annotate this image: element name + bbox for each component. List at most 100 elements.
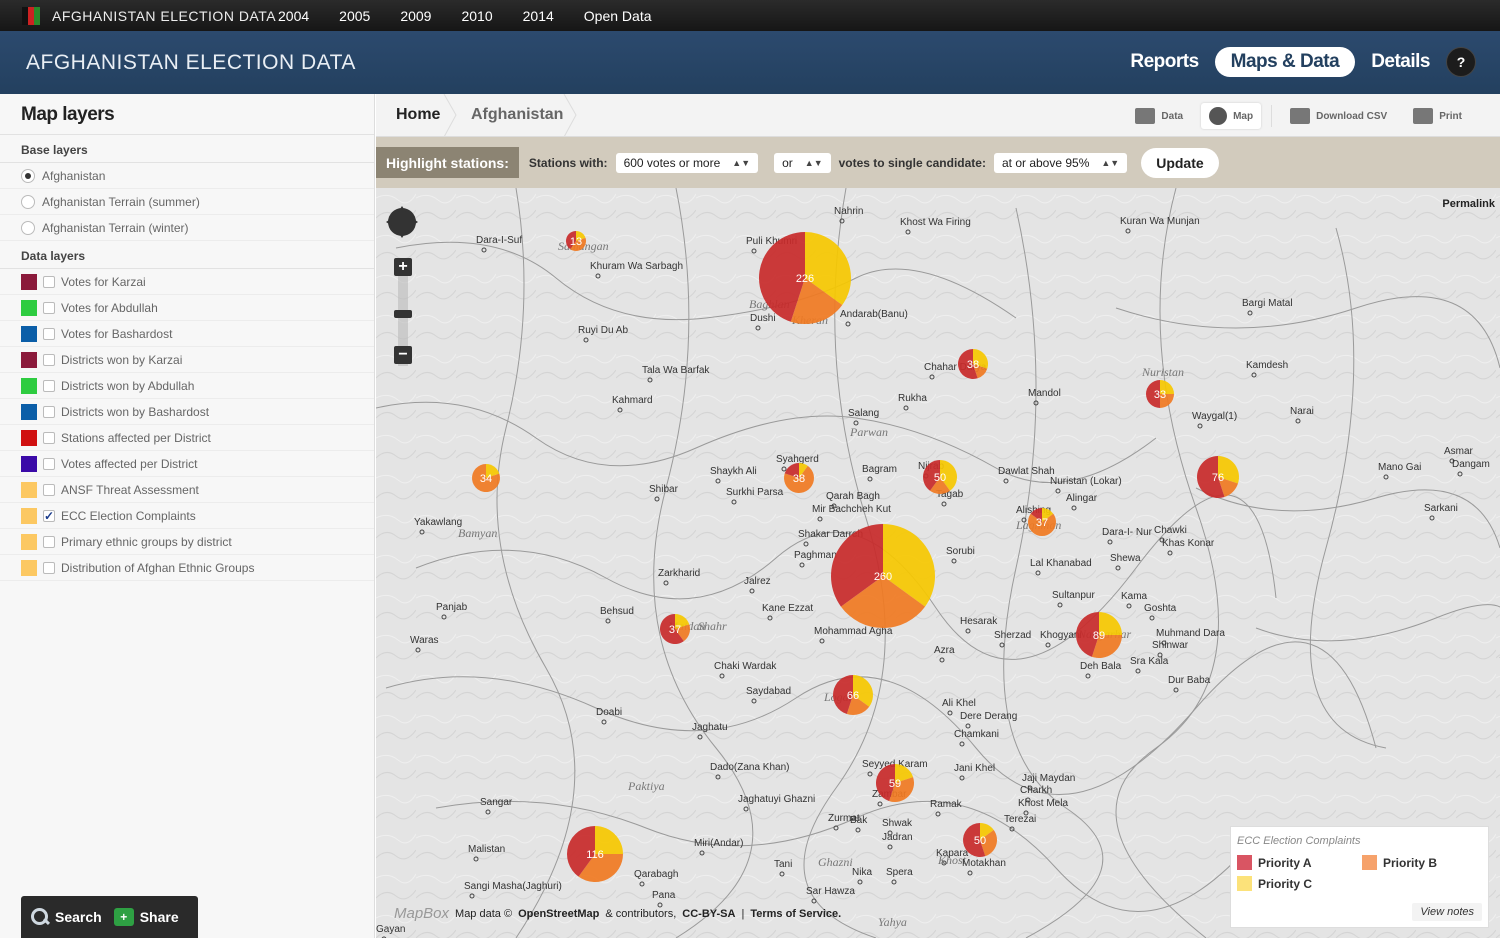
legend-swatch: [1237, 855, 1252, 870]
votes-threshold-select[interactable]: 600 votes or more ▲▼: [615, 152, 759, 173]
complaint-pie[interactable]: 116: [567, 826, 623, 882]
layer-checkbox[interactable]: [43, 301, 55, 314]
data-layer-option[interactable]: Stations affected per District: [0, 425, 374, 451]
data-layer-option[interactable]: Districts won by Karzai: [0, 347, 374, 373]
data-layer-option[interactable]: ✓ ECC Election Complaints: [0, 503, 374, 529]
top-nav-2004[interactable]: 2004: [278, 8, 309, 24]
place-label: Khogyani: [1040, 630, 1082, 641]
complaint-pie[interactable]: 37: [660, 614, 690, 644]
place-label: Kuran Wa Munjan: [1120, 216, 1200, 227]
place-label: Shahr: [698, 619, 727, 633]
place-label: Azra: [934, 645, 955, 656]
layer-checkbox[interactable]: ✓: [43, 509, 55, 522]
percent-threshold-select[interactable]: at or above 95% ▲▼: [993, 152, 1128, 173]
base-layer-label: Afghanistan Terrain (summer): [42, 194, 200, 209]
layer-checkbox[interactable]: [43, 561, 55, 574]
radio-button[interactable]: [21, 168, 35, 183]
layer-checkbox[interactable]: [43, 275, 55, 288]
top-nav-2014[interactable]: 2014: [523, 8, 554, 24]
complaint-pie[interactable]: 260: [831, 524, 936, 628]
layer-checkbox[interactable]: [43, 327, 55, 340]
breadcrumb-afghanistan[interactable]: Afghanistan: [471, 106, 563, 124]
help-button[interactable]: ?: [1446, 47, 1476, 77]
layer-checkbox[interactable]: [43, 431, 55, 444]
layer-checkbox[interactable]: [43, 353, 55, 366]
complaint-pie[interactable]: 50: [923, 460, 958, 494]
layer-checkbox[interactable]: [43, 457, 55, 470]
complaint-pie[interactable]: 50: [963, 823, 997, 857]
zoom-slider-handle[interactable]: [394, 310, 412, 318]
layer-checkbox[interactable]: [43, 379, 55, 392]
top-nav-open-data[interactable]: Open Data: [584, 8, 652, 24]
pie-count-label: 50: [934, 472, 946, 484]
base-layer-option[interactable]: Afghanistan: [0, 163, 374, 189]
place-label: Kahmard: [612, 395, 653, 406]
base-layer-option[interactable]: Afghanistan Terrain (winter): [0, 215, 374, 241]
permalink-link[interactable]: Permalink: [1442, 198, 1495, 210]
search-button[interactable]: Search: [31, 908, 102, 926]
nav-maps-data[interactable]: Maps & Data: [1214, 47, 1356, 77]
download-csv-button[interactable]: Download CSV: [1282, 104, 1395, 128]
complaint-pie[interactable]: 226: [759, 232, 851, 324]
zoom-in-button[interactable]: +: [394, 258, 412, 276]
top-nav-2009[interactable]: 2009: [400, 8, 431, 24]
complaint-pie[interactable]: 38: [784, 463, 814, 493]
top-nav-brand[interactable]: AFGHANISTAN ELECTION DATA: [52, 8, 278, 24]
view-notes-button[interactable]: View notes: [1412, 903, 1482, 921]
complaint-pie[interactable]: 89: [1076, 612, 1122, 658]
layer-checkbox[interactable]: [43, 483, 55, 496]
map-canvas[interactable]: Nahrin Khost Wa Firing Kuran Wa Munjan Dara…: [376, 188, 1500, 938]
map-view-button[interactable]: Map: [1201, 103, 1262, 129]
print-button[interactable]: Print: [1405, 104, 1470, 128]
data-layer-option[interactable]: Votes for Bashardost: [0, 321, 374, 347]
update-button[interactable]: Update: [1141, 147, 1219, 178]
nav-reports[interactable]: Reports: [1128, 47, 1200, 77]
operator-select[interactable]: or ▲▼: [774, 152, 831, 173]
legend-swatch: [1237, 876, 1252, 891]
share-button[interactable]: + Share: [113, 908, 179, 926]
place-label: Sangi Masha(Jaghuri): [464, 881, 562, 892]
base-layer-option[interactable]: Afghanistan Terrain (summer): [0, 189, 374, 215]
license-link[interactable]: CC-BY-SA: [682, 908, 735, 920]
nav-details[interactable]: Details: [1369, 47, 1432, 77]
complaint-pie[interactable]: 66: [833, 675, 873, 715]
data-layer-option[interactable]: Votes for Abdullah: [0, 295, 374, 321]
mapbox-logo[interactable]: MapBox: [394, 905, 449, 922]
data-layer-option[interactable]: Districts won by Bashardost: [0, 399, 374, 425]
place-label: Miri(Andar): [694, 838, 743, 849]
legend-item: Priority C: [1237, 876, 1362, 891]
complaint-pie[interactable]: 33: [1146, 380, 1174, 408]
legend-title: ECC Election Complaints: [1237, 835, 1361, 847]
place-label: Surkhi Parsa: [726, 487, 784, 498]
data-layer-option[interactable]: ANSF Threat Assessment: [0, 477, 374, 503]
place-label: Mir Bachcheh Kut: [812, 504, 891, 515]
radio-button[interactable]: [21, 194, 35, 209]
data-layer-option[interactable]: Distribution of Afghan Ethnic Groups: [0, 555, 374, 581]
data-layer-option[interactable]: Primary ethnic groups by district: [0, 529, 374, 555]
terms-link[interactable]: Terms of Service.: [750, 908, 841, 920]
place-label: Shewa: [1110, 553, 1141, 564]
top-nav-2005[interactable]: 2005: [339, 8, 370, 24]
complaint-pie[interactable]: 34: [472, 464, 500, 493]
place-label: Dado(Zana Khan): [710, 762, 790, 773]
layer-checkbox[interactable]: [43, 405, 55, 418]
zoom-out-button[interactable]: −: [394, 346, 412, 364]
pan-control-icon[interactable]: [384, 204, 420, 240]
osm-link[interactable]: OpenStreetMap: [518, 908, 599, 920]
site-title[interactable]: AFGHANISTAN ELECTION DATA: [26, 51, 356, 75]
complaint-pie[interactable]: 59: [876, 764, 915, 802]
complaint-pie[interactable]: 37: [1028, 508, 1056, 536]
top-nav-2010[interactable]: 2010: [461, 8, 492, 24]
data-layer-option[interactable]: Votes for Karzai: [0, 269, 374, 295]
select-arrows-icon: ▲▼: [1101, 157, 1120, 168]
data-layer-option[interactable]: Districts won by Abdullah: [0, 373, 374, 399]
breadcrumb-home[interactable]: Home: [396, 106, 440, 124]
complaint-pie[interactable]: 38: [958, 349, 988, 379]
print-label: Print: [1439, 110, 1462, 122]
data-layer-option[interactable]: Votes affected per District: [0, 451, 374, 477]
radio-button[interactable]: [21, 220, 35, 235]
complaint-pie[interactable]: 13: [566, 231, 586, 251]
layer-checkbox[interactable]: [43, 535, 55, 548]
complaint-pie[interactable]: 76: [1197, 456, 1239, 498]
data-view-button[interactable]: Data: [1127, 104, 1191, 128]
